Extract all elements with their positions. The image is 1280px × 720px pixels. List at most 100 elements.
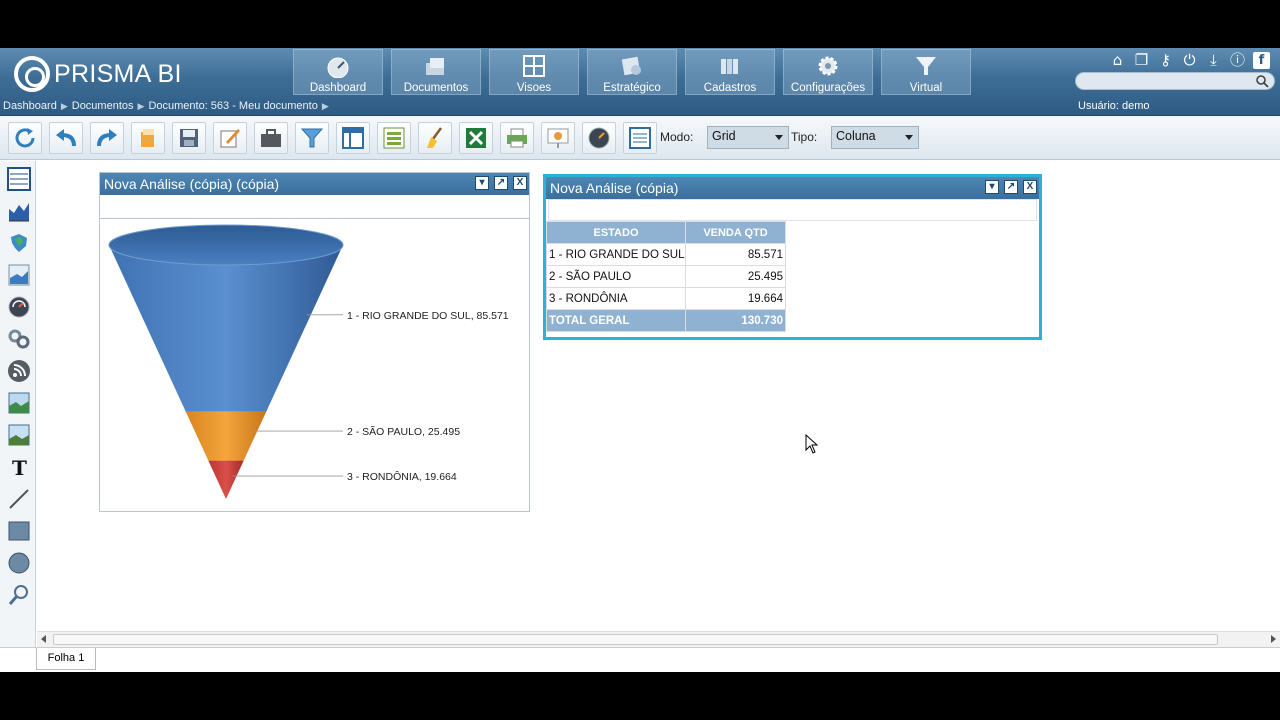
panel-menu-icon[interactable]: ▾: [985, 180, 999, 194]
list-button[interactable]: [377, 122, 411, 154]
filter-button[interactable]: [295, 122, 329, 154]
sheet-tab-folha-1[interactable]: Folha 1: [36, 648, 96, 670]
type-select[interactable]: Coluna: [831, 126, 919, 149]
rectangle-tool-icon[interactable]: [7, 519, 31, 543]
type-label: Tipo:: [791, 130, 818, 144]
print-button[interactable]: [500, 122, 534, 154]
breadcrumb-item-document[interactable]: Documento: 563 - Meu documento: [148, 100, 317, 112]
gauge-button[interactable]: [582, 122, 616, 154]
edit-button[interactable]: [213, 122, 247, 154]
panel-filter-bar: [100, 195, 529, 219]
download-icon[interactable]: ⤓: [1205, 52, 1222, 69]
nav-tab-settings[interactable]: Configurações: [783, 49, 873, 95]
undo-icon: [56, 129, 76, 147]
zoom-tool-icon[interactable]: [7, 583, 31, 607]
image-tool-icon[interactable]: [7, 391, 31, 415]
breadcrumb-separator-icon: ▶: [60, 101, 68, 111]
panel-close-icon[interactable]: X: [513, 176, 527, 190]
table-row[interactable]: 1 - RIO GRANDE DO SUL 85.571: [546, 243, 786, 266]
top-icon-bar: ⌂ ❐ ⚷ ⏻ ⤓ ⓘ f: [1109, 52, 1270, 69]
table-row[interactable]: 2 - SÃO PAULO 25.495: [546, 265, 786, 288]
grid-view-button[interactable]: [623, 122, 657, 154]
user-label: Usuário: demo: [1078, 100, 1150, 112]
search-icon[interactable]: [1255, 74, 1269, 88]
scroll-left-icon[interactable]: [41, 635, 46, 643]
funnel-chart-panel[interactable]: Nova Análise (cópia) (cópia) ▾ ↗ X 1 - R…: [99, 172, 530, 512]
panel-close-icon[interactable]: X: [1023, 180, 1037, 194]
header-bar: PRISMA BI Dashboard Documentos Visoes Es…: [0, 48, 1280, 116]
chart-tool-icon[interactable]: [7, 199, 31, 223]
funnel-chart: 1 - RIO GRANDE DO SUL, 85.571 2 - SÃO PAU…: [108, 224, 509, 499]
breadcrumb-item-documents[interactable]: Documentos: [72, 100, 134, 112]
refresh-button[interactable]: [8, 122, 42, 154]
nav-tab-virtual[interactable]: Virtual: [881, 49, 971, 95]
left-toolbar: T: [0, 161, 36, 651]
table-tool-icon[interactable]: [7, 167, 31, 191]
breadcrumb-item-dashboard[interactable]: Dashboard: [3, 100, 57, 112]
nav-tab-strategic[interactable]: Estratégico: [587, 49, 677, 95]
briefcase-button[interactable]: [254, 122, 288, 154]
info-icon[interactable]: ⓘ: [1229, 52, 1246, 69]
presentation-button[interactable]: [541, 122, 575, 154]
mode-label: Modo:: [660, 130, 694, 144]
facebook-icon[interactable]: f: [1253, 52, 1270, 69]
rss-tool-icon[interactable]: [7, 359, 31, 383]
workspace-canvas[interactable]: Nova Análise (cópia) (cópia) ▾ ↗ X 1 - R…: [37, 161, 1280, 631]
excel-button[interactable]: [459, 122, 493, 154]
nav-tab-label: Visoes: [516, 82, 552, 94]
nav-tab-dashboard[interactable]: Dashboard: [293, 49, 383, 95]
logo[interactable]: PRISMA BI: [14, 56, 182, 92]
line-tool-icon[interactable]: [7, 487, 31, 511]
panel-titlebar[interactable]: Nova Análise (cópia) (cópia) ▾ ↗ X: [100, 173, 529, 195]
clean-button[interactable]: [418, 122, 452, 154]
panel-menu-icon[interactable]: ▾: [475, 176, 489, 190]
windows-icon[interactable]: ❐: [1133, 52, 1150, 69]
documents-icon: [426, 58, 444, 75]
settings-icon: [818, 56, 838, 76]
save-icon: [180, 129, 198, 147]
breadcrumb: Dashboard ▶ Documentos ▶ Documento: 563 - Me…: [3, 100, 333, 112]
funnel-segment[interactable]: [208, 460, 244, 499]
nav-tab-documents[interactable]: Documentos: [391, 49, 481, 95]
image2-tool-icon[interactable]: [7, 423, 31, 447]
funnel-segment[interactable]: [185, 411, 267, 464]
text-tool-icon[interactable]: T: [7, 455, 31, 479]
nav-tab-views[interactable]: Visoes: [489, 49, 579, 95]
funnel-segment[interactable]: [109, 245, 343, 419]
area-chart-tool-icon[interactable]: [7, 263, 31, 287]
nav-tab-label: Virtual: [909, 82, 943, 94]
briefcase-icon: [261, 129, 281, 147]
table-cell: 85.571: [685, 243, 786, 266]
column-header-venda-qtd[interactable]: VENDA QTD: [685, 221, 786, 244]
table-row[interactable]: 3 - RONDÔNIA 19.664: [546, 287, 786, 310]
panel-popout-icon[interactable]: ↗: [494, 176, 508, 190]
open-button[interactable]: [131, 122, 165, 154]
table-panel[interactable]: Nova Análise (cópia) ▾ ↗ X ESTADO VENDA …: [543, 174, 1042, 340]
total-label: TOTAL GERAL: [546, 309, 686, 332]
views-icon: [523, 55, 545, 77]
map-tool-icon[interactable]: [7, 231, 31, 255]
horizontal-scrollbar[interactable]: [37, 631, 1280, 647]
scrollbar-thumb[interactable]: [53, 634, 1218, 645]
home-icon[interactable]: ⌂: [1109, 52, 1126, 69]
column-header-estado[interactable]: ESTADO: [546, 221, 686, 244]
circle-tool-icon[interactable]: [7, 551, 31, 575]
key-icon[interactable]: ⚷: [1157, 52, 1174, 69]
gauge-tool-icon[interactable]: [7, 295, 31, 319]
toolbar: Modo: Grid Tipo: Coluna: [0, 116, 1280, 160]
panel-title: Nova Análise (cópia): [550, 180, 679, 196]
panel-popout-icon[interactable]: ↗: [1004, 180, 1018, 194]
mode-select[interactable]: Grid: [707, 126, 789, 149]
search-input[interactable]: [1075, 72, 1275, 90]
undo-button[interactable]: [49, 122, 83, 154]
scroll-right-icon[interactable]: [1271, 635, 1276, 643]
link-tool-icon[interactable]: [7, 327, 31, 351]
nav-tab-registry[interactable]: Cadastros: [685, 49, 775, 95]
panel-titlebar[interactable]: Nova Análise (cópia) ▾ ↗ X: [546, 177, 1039, 199]
table-cell: 2 - SÃO PAULO: [546, 265, 686, 288]
redo-button[interactable]: [90, 122, 124, 154]
power-icon[interactable]: ⏻: [1181, 52, 1198, 69]
breadcrumb-separator-icon: ▶: [137, 101, 145, 111]
layout-button[interactable]: [336, 122, 370, 154]
save-button[interactable]: [172, 122, 206, 154]
